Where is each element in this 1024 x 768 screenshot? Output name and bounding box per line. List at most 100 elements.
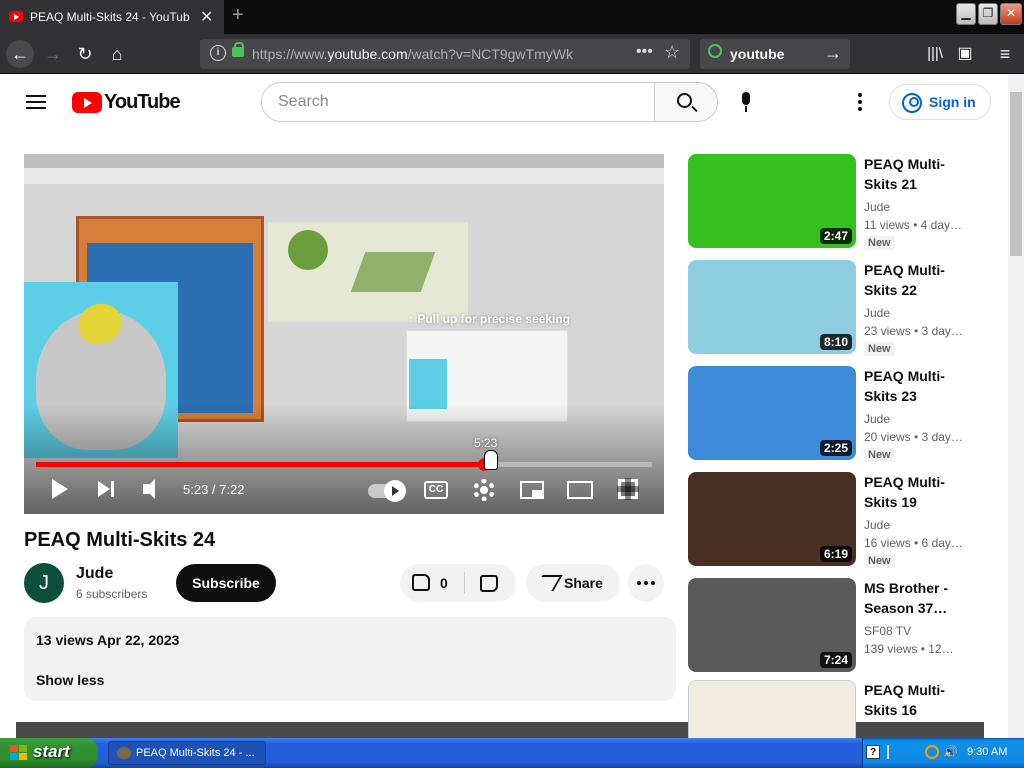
play-icon[interactable] — [48, 476, 72, 502]
windows-flag-icon — [10, 745, 28, 761]
share-button[interactable]: Share — [526, 564, 620, 602]
related-channel[interactable]: SF08 TV — [864, 624, 911, 638]
tray-search-icon[interactable] — [925, 745, 939, 759]
miniplayer-icon[interactable] — [520, 481, 544, 499]
more-actions-button[interactable] — [628, 564, 664, 602]
fullscreen-icon[interactable] — [617, 478, 639, 500]
theater-mode-icon[interactable] — [567, 481, 593, 499]
related-title[interactable]: PEAQ Multi-Skits 21 — [864, 154, 976, 194]
related-thumbnail[interactable]: 6:19 — [688, 472, 856, 566]
channel-avatar[interactable]: J — [24, 563, 64, 603]
subscriber-count: 6 subscribers — [76, 587, 148, 601]
related-thumbnail[interactable]: 7:24 — [688, 578, 856, 672]
progress-bar-played — [36, 462, 484, 467]
url-bar[interactable]: i https://www.youtube.com/watch?v=NCT9gw… — [200, 39, 690, 69]
page-scrollbar[interactable] — [1008, 74, 1024, 738]
youtube-search-input[interactable] — [278, 91, 638, 113]
url-domain: youtube.com — [327, 46, 408, 62]
volume-icon[interactable] — [141, 476, 163, 502]
forward-arrow-icon[interactable]: → — [40, 42, 66, 66]
related-channel[interactable]: Jude — [864, 306, 890, 320]
related-video[interactable]: 6:19 PEAQ Multi-Skits 19 Jude 16 views •… — [688, 472, 988, 568]
video-duration: 2:47 — [819, 228, 852, 244]
channel-name[interactable]: Jude — [76, 565, 113, 583]
browser-search-query: youtube — [730, 46, 785, 62]
settings-gear-icon[interactable] — [473, 479, 495, 501]
video-duration: 8:10 — [819, 334, 852, 350]
system-tray: ? 🔊 9:30 AM — [862, 738, 1024, 768]
microphone-icon[interactable] — [740, 92, 752, 112]
related-channel[interactable]: Jude — [864, 412, 890, 426]
new-tab-icon[interactable]: + — [232, 4, 244, 27]
guide-menu-icon[interactable] — [26, 95, 46, 109]
related-thumbnail[interactable]: 8:10 — [688, 260, 856, 354]
new-badge: New — [864, 554, 895, 568]
video-player[interactable]: ↑ Pull up for precise seeking 5:23 5:23 … — [24, 154, 664, 514]
related-title[interactable]: PEAQ Multi-Skits 23 — [864, 366, 976, 406]
related-channel[interactable]: Jude — [864, 200, 890, 214]
taskbar-window-button[interactable]: PEAQ Multi-Skits 24 - ... — [108, 741, 266, 765]
related-video[interactable]: PEAQ Multi-Skits 16 — [688, 680, 988, 738]
related-title[interactable]: PEAQ Multi-Skits 19 — [864, 472, 976, 512]
video-duration: 6:19 — [819, 546, 852, 562]
home-icon[interactable]: ⌂ — [104, 42, 130, 66]
description-box[interactable]: 13 views Apr 22, 2023 Show less — [24, 617, 676, 701]
related-thumbnail[interactable]: 2:47 — [688, 154, 856, 248]
network-icon[interactable] — [887, 745, 897, 759]
subtitles-cc-icon[interactable]: CC — [424, 481, 448, 499]
scrollbar-thumb[interactable] — [1010, 92, 1022, 256]
volume-tray-icon[interactable]: 🔊 — [943, 745, 959, 759]
reload-icon[interactable]: ↻ — [72, 42, 98, 66]
related-video[interactable]: 2:47 PEAQ Multi-Skits 21 Jude 11 views •… — [688, 154, 988, 250]
menu-icon[interactable]: ≡ — [992, 42, 1018, 66]
seek-hint-text: ↑ Pull up for precise seeking — [408, 312, 571, 326]
page-actions-icon[interactable]: ••• — [636, 43, 653, 61]
search-go-arrow-icon[interactable]: → — [824, 43, 842, 64]
back-arrow-icon[interactable]: ← — [6, 40, 34, 68]
site-info-icon[interactable]: i — [210, 45, 226, 61]
search-icon — [677, 93, 692, 108]
url-path: /watch?v=NCT9gwTmyWk — [407, 46, 573, 62]
sign-in-button[interactable]: Sign in — [889, 84, 991, 120]
autoplay-toggle[interactable] — [368, 480, 406, 502]
start-button[interactable]: start — [0, 738, 98, 768]
window-close-button[interactable]: ✕ — [1000, 3, 1022, 25]
browser-search-bar[interactable]: youtube → — [700, 39, 850, 69]
window-minimize-button[interactable]: ▁ — [956, 3, 976, 25]
related-channel[interactable]: Jude — [864, 518, 890, 532]
show-less-link[interactable]: Show less — [36, 672, 104, 688]
youtube-favicon-icon — [9, 11, 23, 22]
related-thumbnail[interactable] — [688, 680, 856, 738]
related-thumbnail[interactable]: 2:25 — [688, 366, 856, 460]
related-title[interactable]: PEAQ Multi-Skits 22 — [864, 260, 976, 300]
account-circle-icon — [902, 93, 922, 113]
youtube-logo-text: YouTube — [104, 91, 181, 113]
dislike-button[interactable] — [465, 564, 516, 602]
bookmark-star-icon[interactable]: ☆ — [664, 42, 680, 63]
window-restore-button[interactable]: ❐ — [978, 3, 998, 25]
new-badge: New — [864, 448, 895, 462]
related-video[interactable]: 2:25 PEAQ Multi-Skits 23 Jude 20 views •… — [688, 366, 988, 462]
youtube-search-button[interactable] — [654, 82, 718, 122]
taskbar-window-label: PEAQ Multi-Skits 24 - ... — [136, 747, 255, 759]
subscribe-button[interactable]: Subscribe — [176, 564, 276, 602]
browser-tab[interactable]: PEAQ Multi-Skits 24 - YouTube ✕ — [0, 0, 224, 34]
next-video-icon[interactable] — [95, 476, 117, 502]
progress-bar[interactable] — [36, 458, 652, 471]
help-icon[interactable]: ? — [866, 745, 880, 759]
sidebar-icon[interactable]: ▣ — [952, 42, 978, 66]
share-arrow-icon — [533, 575, 563, 591]
tab-close-icon[interactable]: ✕ — [200, 7, 213, 27]
library-icon[interactable]: |||\ — [922, 42, 948, 66]
youtube-search-box[interactable] — [261, 82, 655, 122]
thumbs-up-icon — [412, 574, 430, 591]
browser-tab-title: PEAQ Multi-Skits 24 - YouTube — [30, 10, 190, 24]
mouse-cursor — [484, 450, 498, 470]
settings-more-icon[interactable] — [857, 93, 863, 111]
like-button[interactable]: 0 — [400, 564, 464, 602]
related-video[interactable]: 7:24 MS Brother - Season 37… SF08 TV 139… — [688, 578, 988, 674]
related-title[interactable]: MS Brother - Season 37… — [864, 578, 976, 618]
related-video[interactable]: 8:10 PEAQ Multi-Skits 22 Jude 23 views •… — [688, 260, 988, 356]
video-title: PEAQ Multi-Skits 24 — [24, 529, 216, 551]
related-title[interactable]: PEAQ Multi-Skits 16 — [864, 680, 976, 720]
